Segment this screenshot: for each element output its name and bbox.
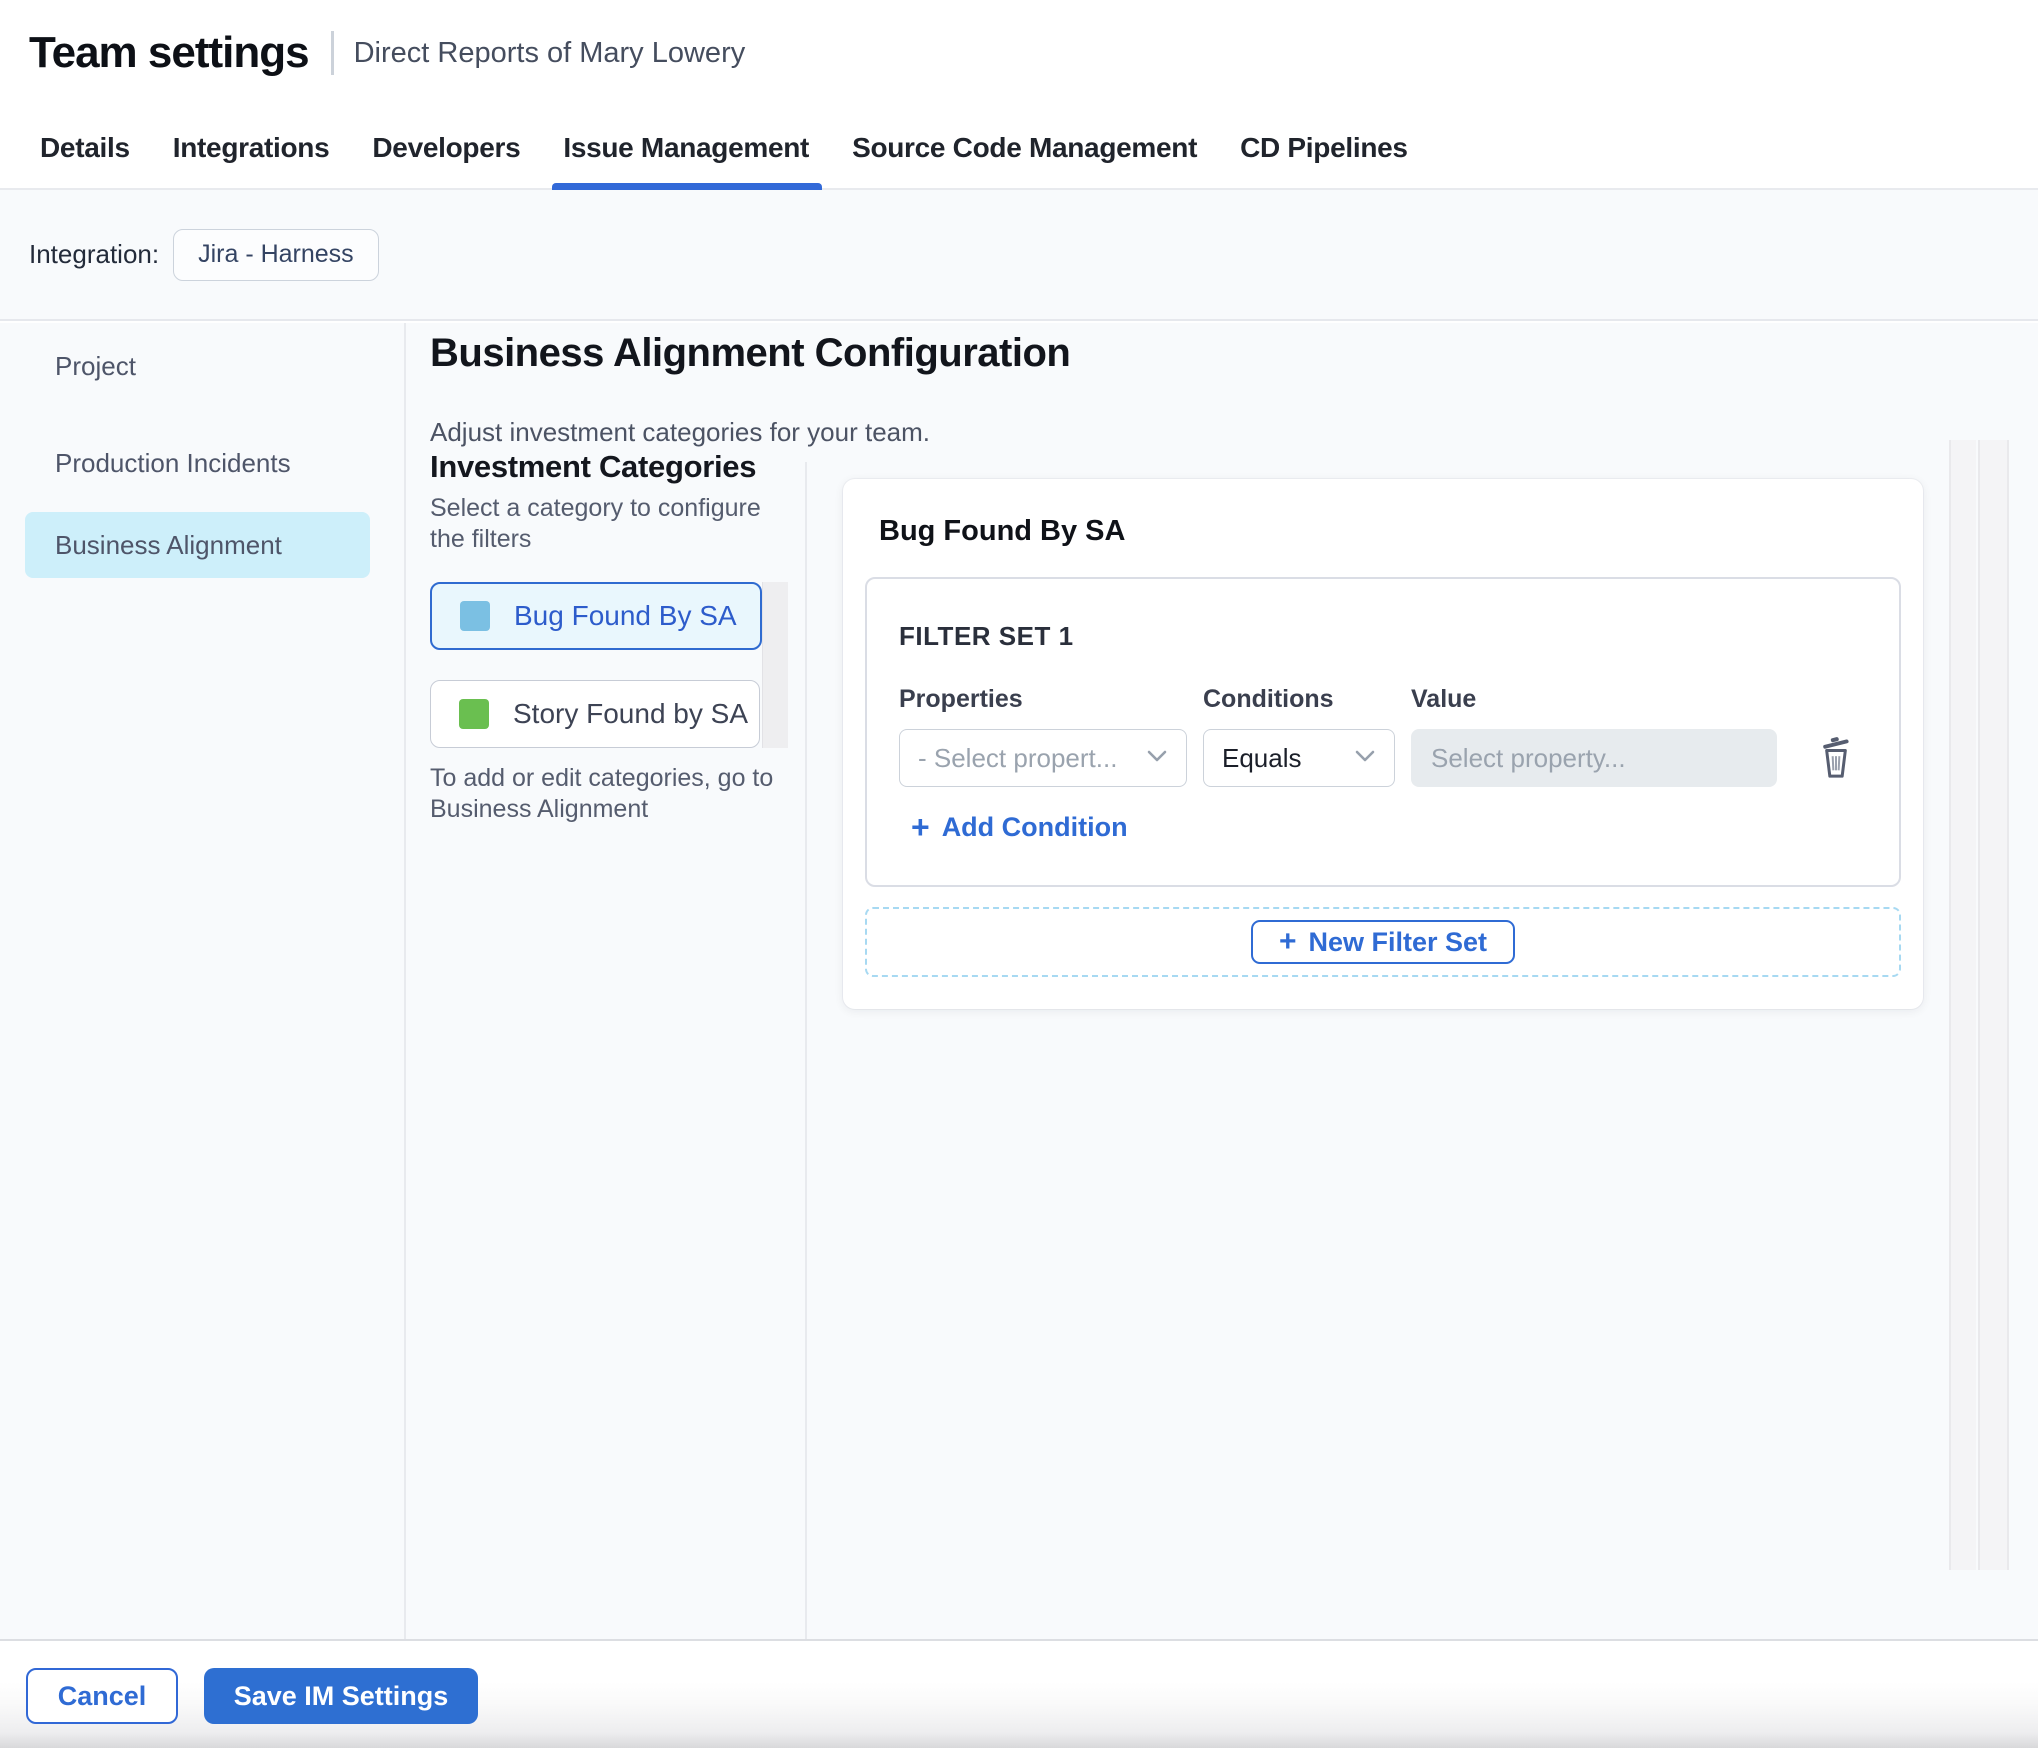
- property-select[interactable]: - Select propert...: [899, 729, 1187, 787]
- new-filter-set-dropzone: + New Filter Set: [865, 907, 1901, 977]
- team-settings-page: Team settings Direct Reports of Mary Low…: [0, 0, 2038, 1748]
- filter-set-box: FILTER SET 1 Properties Conditions Value…: [865, 577, 1901, 887]
- plus-icon: +: [911, 809, 930, 845]
- tab-developers[interactable]: Developers: [372, 132, 520, 190]
- cancel-button[interactable]: Cancel: [26, 1668, 178, 1724]
- content-area: Project Production Incidents Business Al…: [0, 323, 2038, 1639]
- tab-details[interactable]: Details: [40, 132, 130, 190]
- condition-select[interactable]: Equals: [1203, 729, 1395, 787]
- new-filter-set-label: New Filter Set: [1308, 926, 1488, 957]
- integration-chip[interactable]: Jira - Harness: [173, 228, 379, 281]
- new-filter-set-button[interactable]: + New Filter Set: [1250, 920, 1516, 964]
- sidebar-item-business-alignment[interactable]: Business Alignment: [25, 512, 370, 578]
- plus-icon: +: [1278, 925, 1297, 958]
- value-input[interactable]: [1411, 729, 1777, 787]
- section-subtitle: Adjust investment categories for your te…: [430, 417, 931, 447]
- column-label-value: Value: [1411, 685, 1477, 713]
- section-title: Business Alignment Configuration: [430, 331, 1071, 375]
- chevron-down-icon: [1354, 749, 1376, 768]
- config-card-heading: Bug Found By SA: [879, 515, 1126, 547]
- settings-sidebar: Project Production Incidents Business Al…: [0, 323, 406, 1639]
- investment-categories-caption: Select a category to configure the filte…: [430, 494, 761, 553]
- sidebar-item-project[interactable]: Project: [25, 333, 370, 399]
- integration-inner: Integration: Jira - Harness: [29, 190, 379, 319]
- footer-bar: Cancel Save IM Settings: [0, 1639, 2038, 1748]
- tab-integrations[interactable]: Integrations: [173, 132, 330, 190]
- condition-select-value: Equals: [1222, 742, 1302, 773]
- column-divider: [805, 462, 807, 1639]
- save-im-settings-button[interactable]: Save IM Settings: [204, 1668, 478, 1724]
- investment-categories-heading: Investment Categories: [430, 449, 757, 484]
- title-separator: [330, 31, 334, 75]
- category-button-story-found-by-sa[interactable]: Story Found by SA: [430, 680, 760, 748]
- category-button-bug-found-by-sa[interactable]: Bug Found By SA: [430, 582, 762, 650]
- scrollbar-gutter-outer[interactable]: [1949, 440, 1976, 1570]
- property-select-placeholder: - Select propert...: [918, 742, 1118, 773]
- column-label-properties: Properties: [899, 685, 1023, 713]
- chevron-down-icon: [1146, 749, 1168, 768]
- page-header: Team settings Direct Reports of Mary Low…: [0, 0, 2038, 190]
- page-subtitle: Direct Reports of Mary Lowery: [353, 36, 746, 69]
- trash-icon: [1816, 734, 1856, 783]
- category-swatch-blue: [460, 601, 490, 631]
- sidebar-item-production-incidents[interactable]: Production Incidents: [25, 430, 370, 496]
- footer-buttons: Cancel Save IM Settings: [26, 1668, 478, 1724]
- tab-source-code-management[interactable]: Source Code Management: [852, 132, 1197, 190]
- page-title: Team settings: [29, 28, 310, 77]
- categories-footnote: To add or edit categories, go to Busines…: [430, 764, 774, 823]
- integration-bar: Integration: Jira - Harness: [0, 190, 2038, 321]
- column-label-conditions: Conditions: [1203, 685, 1334, 713]
- category-config-card: Bug Found By SA FILTER SET 1 Properties …: [843, 479, 1923, 1009]
- filter-set-title: FILTER SET 1: [899, 621, 1074, 651]
- tab-bar: Details Integrations Developers Issue Ma…: [40, 132, 1408, 190]
- tab-cd-pipelines[interactable]: CD Pipelines: [1240, 132, 1408, 190]
- category-label: Bug Found By SA: [514, 600, 737, 631]
- category-label: Story Found by SA: [513, 698, 749, 729]
- scrollbar-gutter-inner[interactable]: [1978, 440, 2009, 1570]
- add-condition-label: Add Condition: [941, 811, 1128, 842]
- add-condition-button[interactable]: + Add Condition: [911, 811, 1128, 843]
- tab-issue-management[interactable]: Issue Management: [552, 132, 822, 190]
- category-swatch-green: [459, 699, 489, 729]
- delete-condition-button[interactable]: [1811, 731, 1861, 785]
- title-row: Team settings Direct Reports of Mary Low…: [29, 28, 745, 78]
- integration-label: Integration:: [29, 239, 160, 269]
- category-list-scrollbar[interactable]: [762, 582, 788, 748]
